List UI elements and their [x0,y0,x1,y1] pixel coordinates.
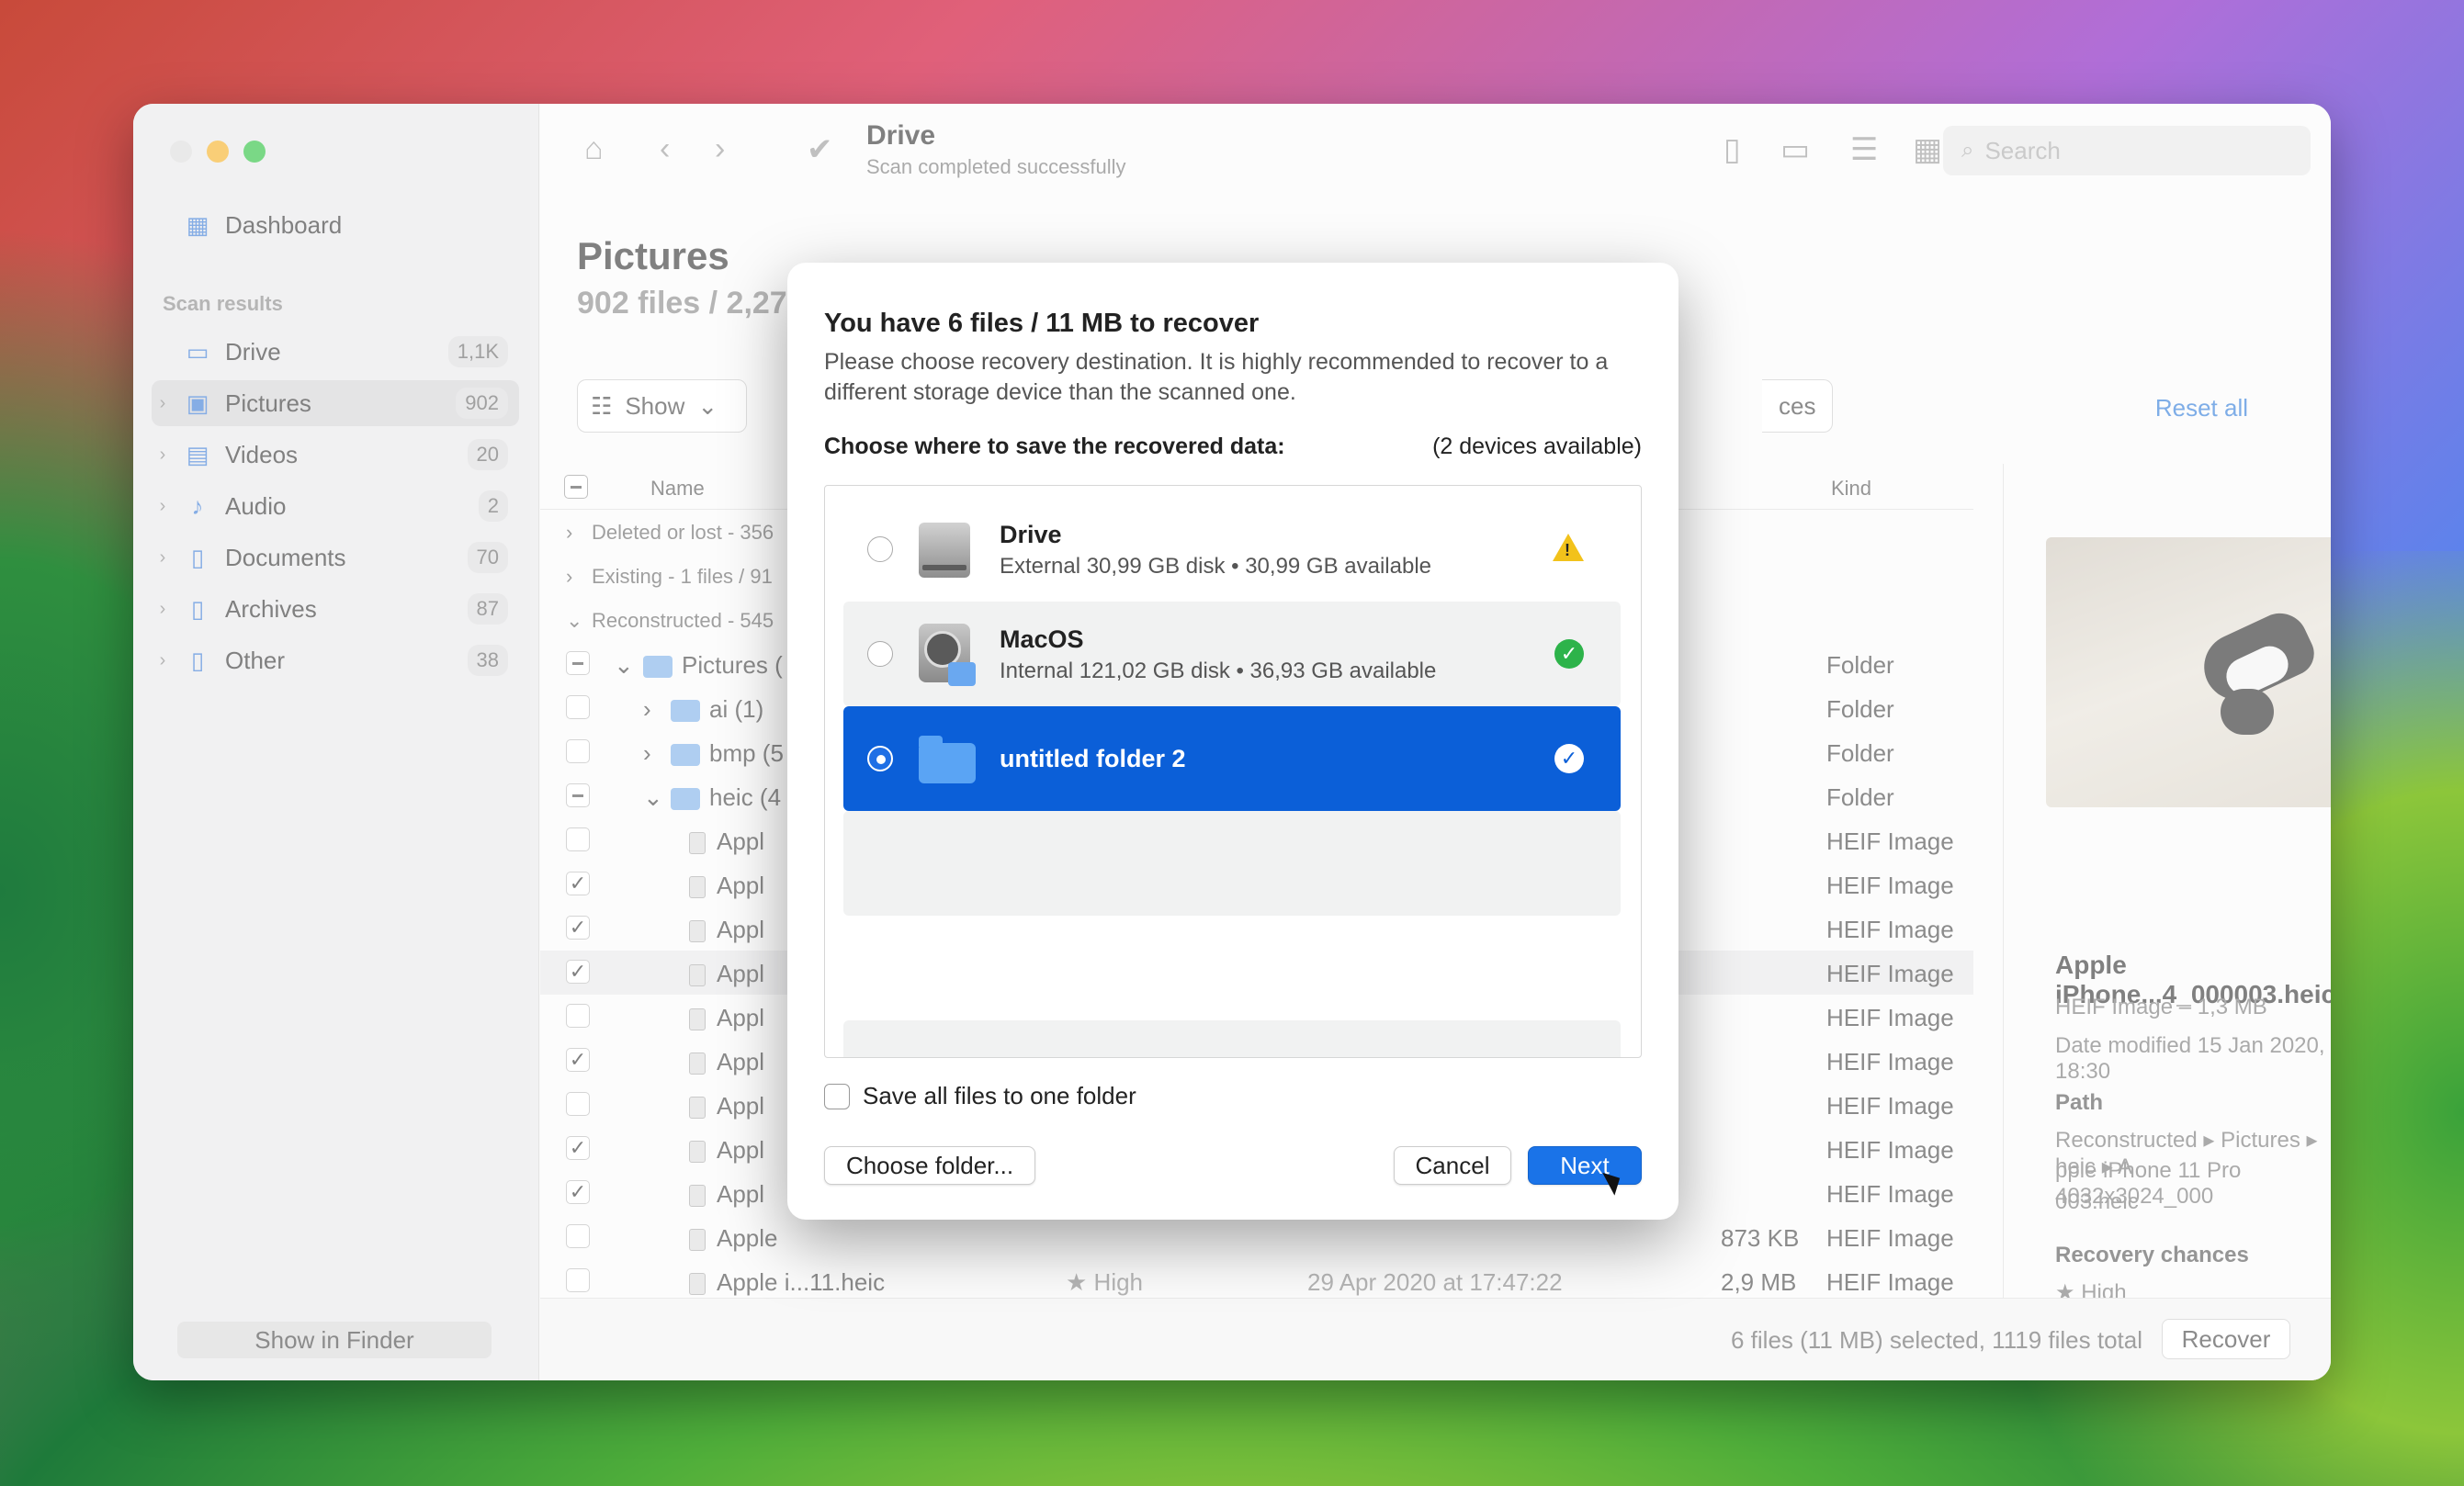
warning-icon: ! [1553,534,1584,561]
next-button[interactable]: Next [1528,1146,1642,1185]
cancel-button[interactable]: Cancel [1394,1146,1511,1185]
save-all-label: Save all files to one folder [863,1082,1136,1109]
choose-folder-button[interactable]: Choose folder... [824,1146,1035,1185]
external-drive-icon [919,517,974,581]
device-row-untitled-folder[interactable]: untitled folder 2 ✓ [843,706,1621,811]
save-all-to-one-folder-option[interactable]: Save all files to one folder [824,1082,1136,1110]
devices-available-count: (2 devices available) [1432,433,1642,459]
recovery-destination-dialog: You have 6 files / 11 MB to recover Plea… [787,263,1678,1220]
selected-check-icon: ✓ [1554,744,1584,773]
device-radio[interactable] [867,746,893,771]
device-radio[interactable] [867,641,893,667]
device-row-drive[interactable]: Drive External 30,99 GB disk • 30,99 GB … [843,497,1621,602]
dialog-title: You have 6 files / 11 MB to recover [824,309,1260,338]
device-info: External 30,99 GB disk • 30,99 GB availa… [1000,554,1432,579]
device-list: Drive External 30,99 GB disk • 30,99 GB … [824,485,1642,1058]
dialog-description: Please choose recovery destination. It i… [824,349,1609,405]
device-name: MacOS [1000,625,1084,653]
device-row-macos[interactable]: MacOS Internal 121,02 GB disk • 36,93 GB… [843,602,1621,706]
device-name: untitled folder 2 [1000,745,1186,772]
check-icon: ✓ [1554,639,1584,669]
choose-destination-label: Choose where to save the recovered data: [824,433,1285,459]
empty-device-row [843,1020,1621,1057]
device-name: Drive [1000,521,1062,548]
empty-device-row [843,811,1621,916]
device-info: Internal 121,02 GB disk • 36,93 GB avail… [1000,659,1437,683]
save-all-checkbox[interactable] [824,1083,850,1109]
device-radio[interactable] [867,536,893,562]
internal-disk-icon [919,622,976,686]
folder-icon [919,726,976,791]
